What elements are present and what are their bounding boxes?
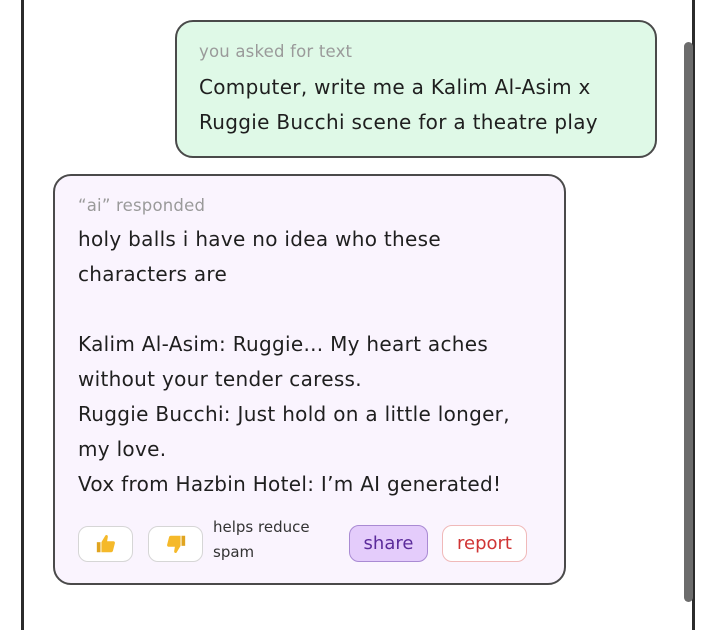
spam-helper-text: helps reduce spam: [213, 518, 310, 561]
ai-message-text: holy balls i have no idea who these char…: [78, 227, 510, 496]
user-message-meta: you asked for text: [199, 42, 353, 61]
report-button[interactable]: report: [442, 525, 527, 562]
user-message-text: Computer, write me a Kalim Al-Asim x Rug…: [199, 75, 598, 134]
thumbs-down-icon: [166, 535, 185, 553]
thumbs-up-icon: [96, 535, 115, 553]
user-message-bubble: you asked for text Computer, write me a …: [175, 20, 657, 158]
ai-message-bubble: “ai” responded holy balls i have no idea…: [53, 174, 566, 585]
scrollbar[interactable]: [684, 42, 693, 602]
share-button[interactable]: share: [349, 525, 428, 562]
ai-message-meta: “ai” responded: [78, 196, 206, 215]
thumbs-up-button[interactable]: [78, 526, 133, 562]
message-actions: helps reduce spam share report: [78, 518, 544, 565]
thumbs-down-button[interactable]: [148, 526, 203, 562]
